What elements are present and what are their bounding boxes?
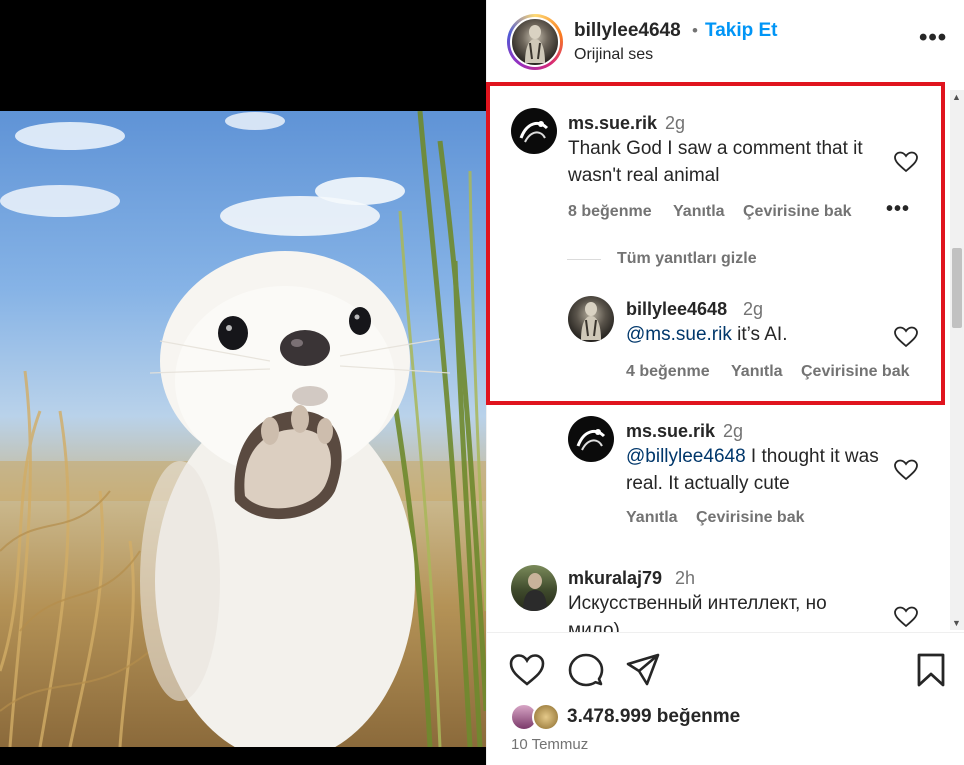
like-count[interactable]: 4 beğenme [626,363,710,381]
avatar[interactable] [532,703,560,731]
scroll-thumb[interactable] [952,248,962,328]
divider [567,259,601,260]
avatar-figure-icon [525,25,545,63]
avatar[interactable] [568,296,614,342]
see-translation-button[interactable]: Çevirisine bak [696,509,805,527]
see-translation-button[interactable]: Çevirisine bak [743,203,852,221]
like-count[interactable]: 8 beğenme [568,203,652,221]
post-date[interactable]: 10 Temmuz [511,736,588,753]
follow-button[interactable]: Takip Et [705,20,778,42]
comment-time[interactable]: 2h [675,568,695,589]
comment-username[interactable]: ms.sue.rik [626,421,715,442]
mention-link[interactable]: @billylee4648 [626,446,746,467]
comment-text: @billylee4648 I thought it was real. It … [626,443,886,497]
heart-icon[interactable] [894,459,918,481]
reply-button[interactable]: Yanıtla [626,509,678,527]
reply-button[interactable]: Yanıtla [673,203,725,221]
bookmark-icon[interactable] [913,653,949,687]
post-header: billylee4648 • Takip Et Orijinal ses ••• [487,0,964,84]
avatar[interactable] [511,565,557,611]
more-options-icon[interactable]: ••• [919,26,947,50]
heart-icon[interactable] [894,151,918,173]
avatar-figure-icon [581,302,601,340]
post-username[interactable]: billylee4648 [574,20,681,42]
story-ring[interactable] [507,14,563,70]
likes-count[interactable]: 3.478.999 beğenme [567,706,740,728]
comment-username[interactable]: billylee4648 [626,299,727,320]
reply-text: it’s AI. [731,324,788,345]
post-actions: 3.478.999 beğenme 10 Temmuz [487,632,964,765]
post-video[interactable] [0,111,486,747]
share-icon[interactable] [625,653,661,687]
comments-scrollbar[interactable]: ▲ ▼ [950,90,964,630]
hide-replies-button[interactable]: Tüm yanıtları gizle [617,250,757,268]
scroll-down-arrow-icon[interactable]: ▼ [952,618,961,628]
comment-username[interactable]: mkuralaj79 [568,568,662,589]
likers-avatars[interactable] [510,703,566,731]
avatar-art-icon [576,429,606,451]
avatar-person-icon [523,573,547,611]
comment-username[interactable]: ms.sue.rik [568,113,657,134]
comment-text: @ms.sue.rik it’s AI. [626,321,886,348]
heart-icon[interactable] [894,606,918,628]
comments-list[interactable]: ms.sue.rik 2g Thank God I saw a comment … [487,84,964,632]
see-translation-button[interactable]: Çevirisine bak [801,363,910,381]
mention-link[interactable]: @ms.sue.rik [626,324,732,345]
comment-more-icon[interactable]: ••• [886,198,910,221]
post-panel: billylee4648 • Takip Et Orijinal ses •••… [486,0,964,765]
comment-text: Искусственный интеллект, но мило) [568,593,827,632]
comment-text: Thank God I saw a comment that it wasn't… [568,138,863,186]
reply-button[interactable]: Yanıtla [731,363,783,381]
comment-icon[interactable] [568,653,604,687]
like-heart-icon[interactable] [509,653,545,687]
comment-time[interactable]: 2g [743,299,763,320]
original-audio-link[interactable]: Orijinal ses [574,46,653,64]
comment-time[interactable]: 2g [723,421,743,442]
avatar-art-icon [519,121,549,143]
video-frame [0,111,486,747]
avatar[interactable] [568,416,614,462]
scroll-up-arrow-icon[interactable]: ▲ [952,92,961,102]
comment-time[interactable]: 2g [665,113,685,134]
heart-icon[interactable] [894,326,918,348]
avatar[interactable] [510,17,560,67]
avatar[interactable] [511,108,557,154]
separator-dot: • [692,21,698,40]
post-media[interactable] [0,0,486,765]
